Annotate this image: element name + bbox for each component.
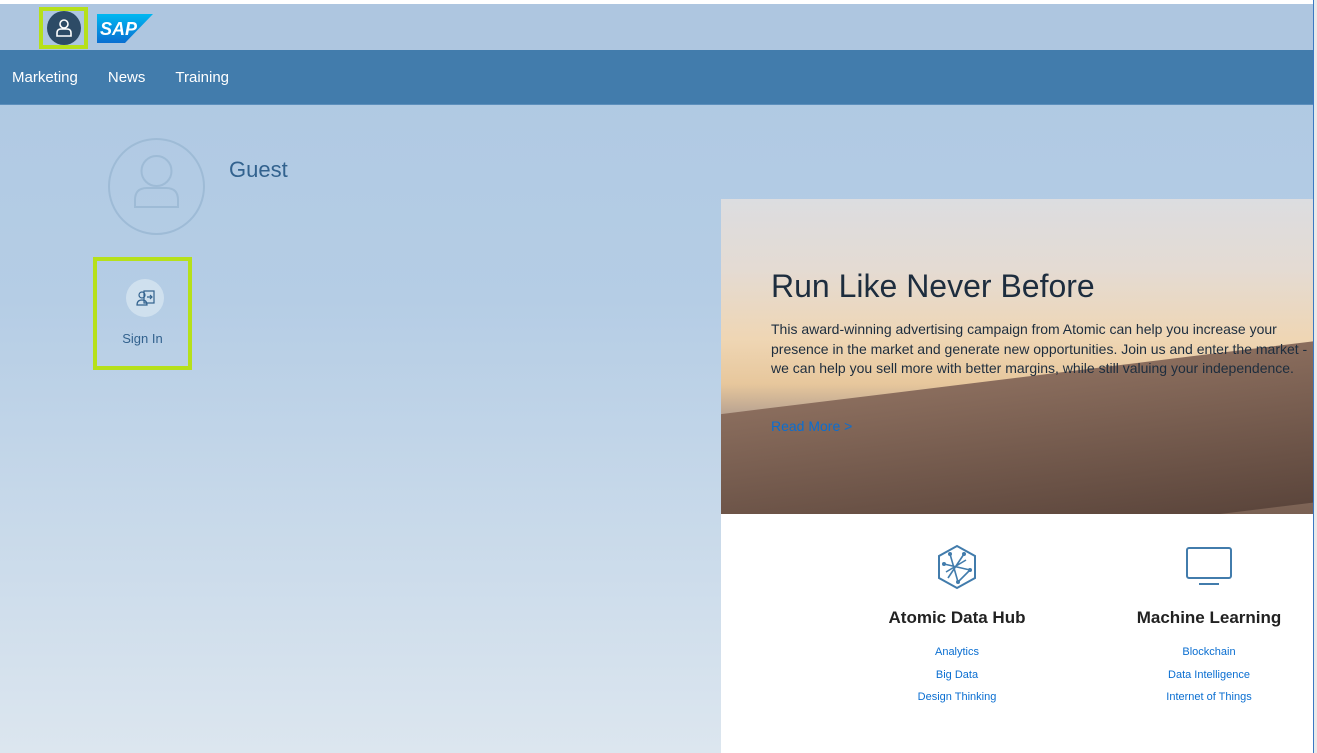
feature-title: Machine Learning <box>1136 608 1282 627</box>
main-navigation: Marketing News Training <box>0 50 1313 105</box>
user-name: Guest <box>229 157 288 182</box>
svg-text:SAP: SAP <box>100 19 138 39</box>
feature-machine-learning: Machine Learning Blockchain Data Intelli… <box>1109 544 1309 709</box>
window-edge <box>1313 0 1317 753</box>
link-design-thinking[interactable]: Design Thinking <box>857 686 1057 709</box>
sign-in-icon <box>126 279 164 317</box>
person-placeholder-icon <box>134 155 179 208</box>
user-menu-button[interactable] <box>39 7 88 49</box>
read-more-link[interactable]: Read More > <box>771 418 852 434</box>
link-blockchain[interactable]: Blockchain <box>1109 641 1309 664</box>
sap-logo[interactable]: SAP <box>97 14 153 43</box>
nav-item-marketing[interactable]: Marketing <box>12 69 78 86</box>
feature-atomic-data-hub: Atomic Data Hub Analytics Big Data Desig… <box>857 544 1057 709</box>
link-big-data[interactable]: Big Data <box>857 664 1057 687</box>
link-analytics[interactable]: Analytics <box>857 641 1057 664</box>
campaign-card: Run Like Never Before This award-winning… <box>721 199 1313 753</box>
hero-banner: Run Like Never Before This award-winning… <box>721 199 1313 514</box>
sign-in-button[interactable]: Sign In <box>93 257 192 370</box>
feature-title: Atomic Data Hub <box>888 608 1026 627</box>
nav-item-news[interactable]: News <box>108 69 146 86</box>
atom-network-icon <box>857 544 1057 590</box>
shell-header: SAP <box>0 0 1313 50</box>
user-icon <box>46 11 81 45</box>
link-internet-of-things[interactable]: Internet of Things <box>1109 686 1309 709</box>
link-data-intelligence[interactable]: Data Intelligence <box>1109 664 1309 687</box>
sign-in-label: Sign In <box>122 331 163 346</box>
guest-avatar <box>108 138 205 235</box>
monitor-icon <box>1109 544 1309 590</box>
hero-title: Run Like Never Before <box>771 268 1095 304</box>
hero-description: This award-winning advertising campaign … <box>771 321 1308 376</box>
nav-item-training[interactable]: Training <box>175 69 229 86</box>
